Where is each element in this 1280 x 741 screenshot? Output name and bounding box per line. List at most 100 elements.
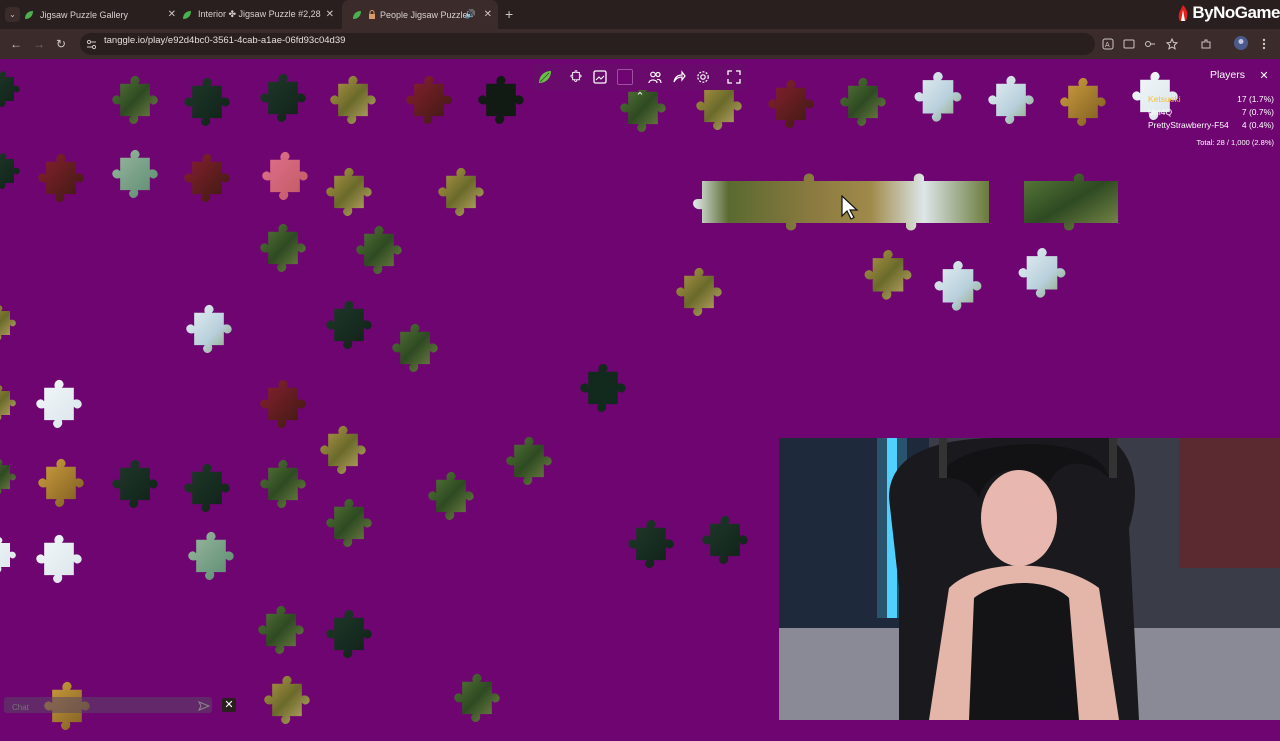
- players-close-button[interactable]: ✕: [1258, 70, 1270, 82]
- url-text[interactable]: tanggle.io/play/e92d4bc0-3561-4cab-a1ae-…: [104, 35, 345, 46]
- puzzle-piece[interactable]: [572, 361, 634, 423]
- puzzle-piece[interactable]: [348, 223, 410, 285]
- puzzle-piece[interactable]: [30, 151, 92, 213]
- share-icon[interactable]: [670, 68, 688, 86]
- puzzle-piece[interactable]: [384, 321, 446, 383]
- leaf-favicon-icon: [182, 10, 192, 20]
- image-preview-icon[interactable]: [591, 68, 609, 86]
- site-info-icon[interactable]: [86, 37, 97, 50]
- puzzle-piece[interactable]: [498, 429, 560, 501]
- puzzle-piece[interactable]: [28, 377, 90, 439]
- puzzle-piece[interactable]: [176, 75, 238, 137]
- puzzle-piece[interactable]: [252, 377, 314, 439]
- tab-people-puzzle[interactable]: People Jigsaw Puzzle 🔊 ✕: [342, 0, 498, 29]
- tab-close-icon[interactable]: ✕: [326, 9, 334, 20]
- players-icon[interactable]: [646, 68, 664, 86]
- puzzle-piece[interactable]: [760, 77, 822, 139]
- send-icon[interactable]: [197, 699, 211, 711]
- back-button[interactable]: ←: [10, 37, 22, 51]
- browser-tab-bar: ⌄ Jigsaw Puzzle Gallery ✕ Interior ✤ Jig…: [0, 0, 1280, 29]
- collapse-toolbar-button[interactable]: ⌃: [632, 91, 648, 105]
- bookmark-star-icon[interactable]: [1165, 37, 1179, 50]
- puzzle-piece[interactable]: [256, 673, 318, 735]
- new-tab-button[interactable]: +: [505, 6, 513, 22]
- puzzle-piece[interactable]: [318, 281, 380, 377]
- puzzle-piece[interactable]: [252, 71, 314, 133]
- stream-brand-logo: ByNoGame: [1177, 0, 1280, 26]
- tab-title: Interior ✤ Jigsaw Puzzle #2,28: [198, 9, 321, 19]
- player-name: PrettyStrawberry-F54: [1148, 120, 1229, 130]
- puzzle-piece[interactable]: [430, 165, 492, 227]
- puzzle-piece[interactable]: [312, 409, 374, 499]
- chat-input[interactable]: [10, 700, 194, 714]
- puzzle-piece[interactable]: [252, 457, 314, 519]
- password-key-icon[interactable]: [1144, 37, 1156, 49]
- cast-icon[interactable]: [1123, 37, 1135, 49]
- audio-playing-icon[interactable]: 🔊: [465, 9, 476, 20]
- puzzle-piece[interactable]: [0, 457, 22, 503]
- puzzle-piece[interactable]: [1052, 75, 1114, 137]
- puzzle-piece[interactable]: [832, 75, 894, 137]
- forward-button[interactable]: →: [33, 37, 45, 51]
- player-score: 17 (1.7%): [1237, 94, 1274, 104]
- puzzle-piece[interactable]: [694, 513, 756, 575]
- puzzle-toolbar: [532, 64, 746, 90]
- fullscreen-icon[interactable]: [725, 68, 743, 86]
- settings-gear-icon[interactable]: [694, 68, 712, 86]
- puzzle-piece[interactable]: [252, 221, 314, 283]
- player-score: 4 (0.4%): [1241, 120, 1274, 130]
- puzzle-piece[interactable]: [856, 247, 920, 311]
- lock-favicon-icon: [368, 9, 376, 20]
- puzzle-piece[interactable]: [398, 73, 460, 135]
- leaf-favicon-icon: [352, 10, 362, 20]
- puzzle-piece[interactable]: [0, 69, 26, 115]
- puzzle-piece[interactable]: [180, 527, 242, 593]
- puzzle-piece[interactable]: [0, 383, 22, 429]
- puzzle-piece[interactable]: [906, 69, 970, 133]
- puzzle-piece[interactable]: [0, 535, 22, 581]
- puzzle-piece[interactable]: [176, 461, 238, 523]
- puzzle-piece[interactable]: [318, 491, 380, 563]
- puzzle-piece[interactable]: [176, 151, 238, 213]
- puzzle-piece[interactable]: [668, 265, 730, 327]
- extensions-icon[interactable]: [1200, 37, 1212, 49]
- puzzle-piece[interactable]: [318, 583, 380, 693]
- puzzle-piece[interactable]: [0, 303, 22, 349]
- chat-close-button[interactable]: ✕: [222, 698, 236, 712]
- puzzle-piece[interactable]: [1010, 245, 1074, 309]
- puzzle-piece[interactable]: [318, 165, 380, 227]
- puzzle-piece[interactable]: [470, 73, 532, 135]
- puzzle-piece[interactable]: [28, 527, 90, 599]
- assembled-piece-cluster[interactable]: [684, 171, 994, 235]
- puzzle-piece[interactable]: [322, 73, 384, 135]
- reload-button[interactable]: ↻: [56, 37, 66, 51]
- puzzle-piece[interactable]: [926, 255, 990, 325]
- webcam-overlay: [779, 438, 1280, 720]
- background-color-icon[interactable]: [616, 68, 634, 86]
- mouse-cursor-icon: [841, 195, 859, 220]
- tab-close-icon[interactable]: ✕: [484, 9, 492, 20]
- profile-avatar[interactable]: [1234, 36, 1248, 50]
- puzzle-piece[interactable]: [620, 517, 682, 579]
- puzzle-piece[interactable]: [104, 73, 166, 135]
- puzzle-piece[interactable]: [446, 671, 508, 733]
- puzzle-piece[interactable]: [178, 297, 240, 369]
- puzzle-piece[interactable]: [30, 451, 92, 523]
- puzzle-piece[interactable]: [980, 73, 1042, 135]
- brand-text: ByNoGame: [1192, 3, 1280, 22]
- piece-outline-icon[interactable]: [567, 68, 585, 86]
- tab-jigsaw-gallery[interactable]: Jigsaw Puzzle Gallery ✕: [24, 0, 182, 29]
- puzzle-piece[interactable]: [104, 457, 166, 519]
- puzzle-piece[interactable]: [104, 147, 166, 209]
- puzzle-piece[interactable]: [420, 445, 482, 555]
- tab-interior-puzzle[interactable]: Interior ✤ Jigsaw Puzzle #2,28 ✕: [182, 0, 340, 29]
- tab-close-icon[interactable]: ✕: [168, 9, 176, 20]
- tab-search-button[interactable]: ⌄: [5, 7, 20, 22]
- translate-icon[interactable]: A: [1102, 37, 1114, 50]
- browser-menu-icon[interactable]: [1262, 37, 1274, 50]
- puzzle-piece[interactable]: [250, 603, 312, 665]
- assembled-piece-cluster[interactable]: [1014, 171, 1126, 235]
- puzzle-piece[interactable]: [254, 149, 316, 211]
- leaf-logo-icon[interactable]: [536, 68, 554, 86]
- puzzle-piece[interactable]: [0, 151, 26, 197]
